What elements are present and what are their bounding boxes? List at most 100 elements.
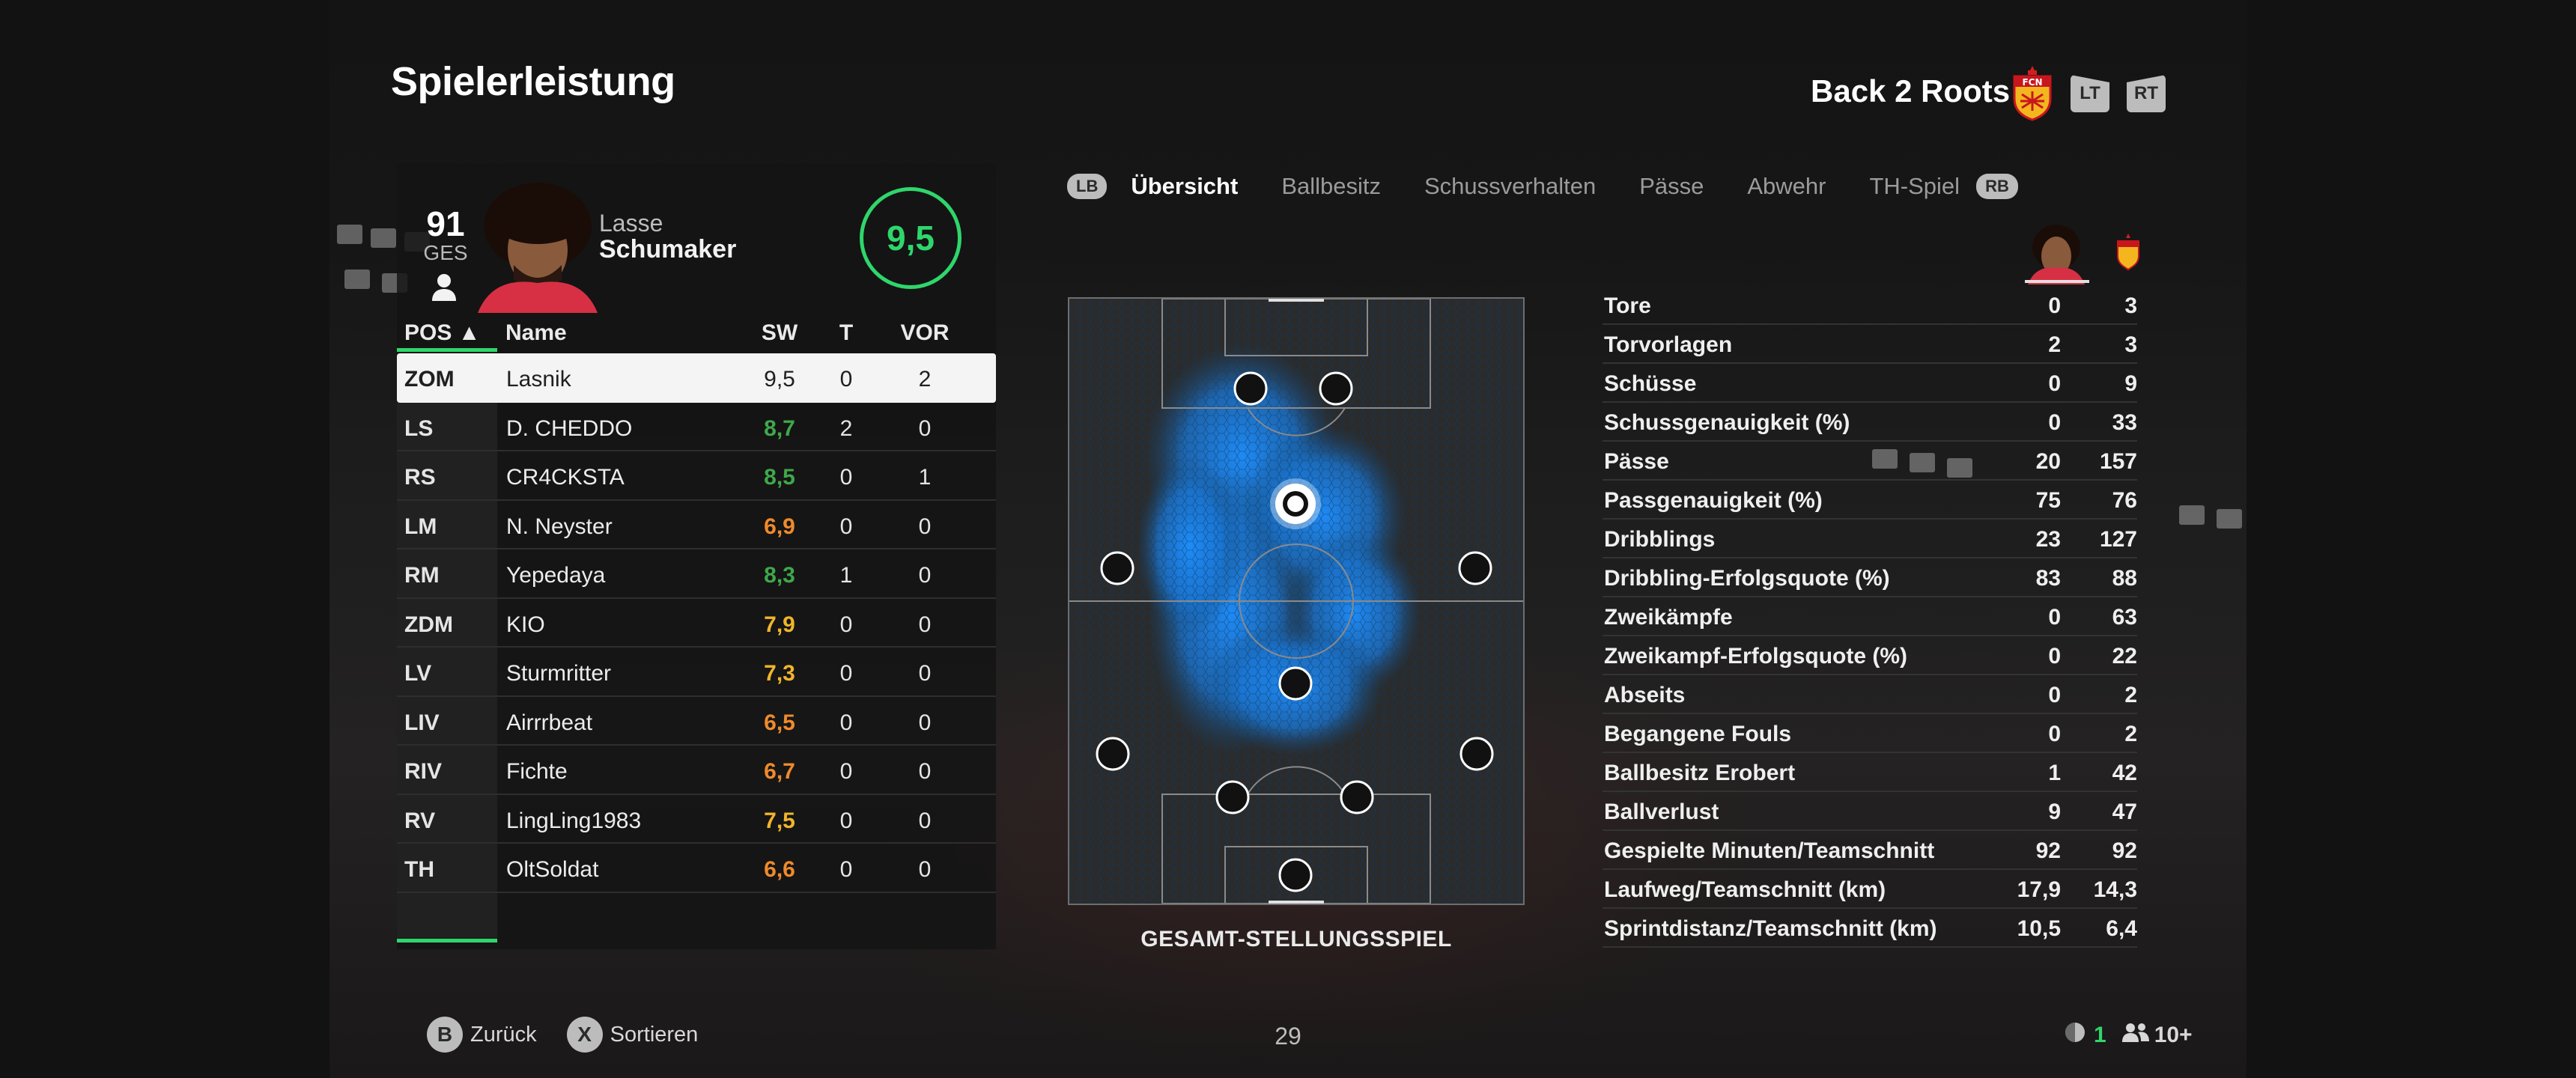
- stat-row: Zweikampf-Erfolgsquote (%) 0 22: [1603, 636, 2137, 675]
- table-row[interactable]: RIV Fichte 6,7 0 0: [397, 746, 996, 795]
- tab-passing[interactable]: Pässe: [1639, 173, 1704, 200]
- stadium-light: [2179, 505, 2205, 525]
- stats-column-header: [2017, 223, 2145, 284]
- stat-row: Abseits 0 2: [1603, 675, 2137, 714]
- tab-defending[interactable]: Abwehr: [1747, 173, 1826, 200]
- stat-team-value: 157: [2099, 449, 2137, 474]
- column-header-goals[interactable]: T: [831, 320, 861, 346]
- row-assists: 0: [918, 514, 932, 539]
- sort-label[interactable]: Sortieren: [610, 1023, 699, 1047]
- tab-goalkeeping[interactable]: TH-Spiel: [1869, 173, 1960, 200]
- level-count: 1: [2094, 1023, 2106, 1047]
- column-header-name[interactable]: Name: [505, 320, 567, 346]
- table-row[interactable]: TH OltSoldat 6,6 0 0: [397, 844, 996, 893]
- stat-row: Begangene Fouls 0 2: [1603, 714, 2137, 753]
- positioning-heatmap: [1068, 297, 1525, 905]
- tab-possession[interactable]: Ballbesitz: [1281, 173, 1381, 200]
- row-player-name: Sturmritter: [506, 661, 612, 686]
- row-rating: 6,9: [764, 514, 795, 539]
- stat-team-value: 9: [2124, 371, 2137, 396]
- stat-row: Passgenauigkeit (%) 75 76: [1603, 481, 2137, 520]
- row-assists: 0: [918, 661, 932, 686]
- stat-team-value: 14,3: [2093, 877, 2137, 902]
- stadium-light: [371, 228, 396, 248]
- table-row[interactable]: LV Sturmritter 7,3 0 0: [397, 648, 996, 697]
- footer-status: 1 10+: [2064, 1021, 2193, 1050]
- row-goals: 0: [839, 367, 853, 392]
- stat-team-value: 22: [2112, 644, 2137, 669]
- tab-shooting[interactable]: Schussverhalten: [1424, 173, 1596, 200]
- stat-row: Ballbesitz Erobert 1 42: [1603, 753, 2137, 792]
- row-goals: 2: [839, 415, 853, 441]
- stat-team-value: 63: [2112, 605, 2137, 630]
- stat-row: Dribblings 23 127: [1603, 520, 2137, 558]
- table-row[interactable]: LIV Airrrbeat 6,5 0 0: [397, 697, 996, 746]
- stat-player-value: 0: [2048, 410, 2061, 435]
- table-row[interactable]: ZDM KIO 7,9 0 0: [397, 599, 996, 648]
- row-assists: 0: [918, 563, 932, 588]
- position-marker-rm: [1458, 551, 1492, 585]
- row-position: TH: [404, 857, 434, 882]
- table-row[interactable]: RV LingLing1983 7,5 0 0: [397, 795, 996, 844]
- row-position: ZOM: [404, 367, 455, 392]
- table-row[interactable]: ZOM Lasnik 9,5 0 2: [397, 353, 996, 403]
- column-header-assists[interactable]: VOR: [891, 320, 959, 346]
- stat-label: Schüsse: [1604, 371, 1697, 396]
- stat-team-value: 92: [2112, 838, 2137, 863]
- stat-label: Ballverlust: [1604, 800, 1719, 824]
- row-rating: 7,9: [764, 612, 795, 637]
- page-number: 29: [1275, 1023, 1301, 1050]
- row-goals: 0: [839, 661, 853, 686]
- page-title: Spielerleistung: [391, 59, 675, 104]
- position-marker-lv: [1096, 737, 1130, 771]
- table-row[interactable]: RM Yepedaya 8,3 1 0: [397, 549, 996, 599]
- row-goals: 0: [839, 759, 853, 784]
- row-goals: 1: [839, 563, 853, 588]
- stat-label: Laufweg/Teamschnitt (km): [1604, 877, 1886, 902]
- row-assists: 0: [918, 808, 932, 833]
- team-name: Back 2 Roots: [1811, 73, 2011, 109]
- tab-overview[interactable]: Übersicht: [1131, 173, 1238, 200]
- stat-label: Zweikämpfe: [1604, 605, 1733, 630]
- stat-player-value: 2: [2048, 332, 2061, 357]
- table-row[interactable]: LM N. Neyster 6,9 0 0: [397, 501, 996, 549]
- stat-team-value: 6,4: [2106, 916, 2137, 941]
- table-row[interactable]: LS D. CHEDDO 8,7 2 0: [397, 403, 996, 451]
- table-row[interactable]: RS CR4CKSTA 8,5 0 1: [397, 451, 996, 501]
- row-assists: 0: [918, 415, 932, 441]
- stat-row: Torvorlagen 2 3: [1603, 325, 2137, 364]
- stat-team-value: 3: [2124, 332, 2137, 357]
- stadium-light: [337, 225, 362, 244]
- shield-icon: [2064, 1021, 2086, 1050]
- sort-button[interactable]: X: [566, 1017, 603, 1053]
- row-goals: 0: [839, 857, 853, 882]
- stat-team-value: 88: [2112, 566, 2137, 591]
- row-position: RS: [404, 465, 436, 490]
- row-position: LM: [404, 514, 437, 539]
- row-rating: 8,7: [764, 415, 795, 441]
- lb-button[interactable]: LB: [1067, 174, 1108, 199]
- position-marker-zdm: [1278, 666, 1313, 701]
- stat-team-value: 127: [2099, 527, 2137, 552]
- heatmap-caption: GESAMT-STELLUNGSSPIEL: [1140, 927, 1452, 951]
- stat-label: Passgenauigkeit (%): [1604, 488, 1823, 513]
- player-list: ZOM Lasnik 9,5 0 2 LS D. CHEDDO 8,7 2 0 RS CR4CKSTA…: [397, 353, 996, 893]
- rb-button[interactable]: RB: [1976, 174, 2018, 199]
- stat-label: Ballbesitz Erobert: [1604, 761, 1796, 785]
- row-position: ZDM: [404, 612, 453, 637]
- stat-team-value: 2: [2124, 722, 2137, 746]
- stats-list: Tore 0 3 Torvorlagen 2 3 Schüsse 0 9 Schussgenaui…: [1603, 286, 2137, 948]
- stat-team-value: 2: [2124, 683, 2137, 707]
- stat-label: Schussgenauigkeit (%): [1604, 410, 1850, 435]
- overall-rating-label: GES: [423, 241, 468, 264]
- back-label[interactable]: Zurück: [470, 1023, 537, 1047]
- stat-row: Schüsse 0 9: [1603, 364, 2137, 403]
- stat-label: Dribbling-Erfolgsquote (%): [1604, 566, 1890, 591]
- column-header-pos[interactable]: POS ▲: [404, 320, 480, 346]
- club-badge-small-icon: [2117, 234, 2139, 271]
- position-marker-ls: [1233, 371, 1268, 406]
- row-assists: 2: [918, 367, 932, 392]
- back-button[interactable]: B: [427, 1017, 463, 1053]
- stat-player-value: 17,9: [2017, 877, 2061, 902]
- column-header-rating[interactable]: SW: [753, 320, 806, 346]
